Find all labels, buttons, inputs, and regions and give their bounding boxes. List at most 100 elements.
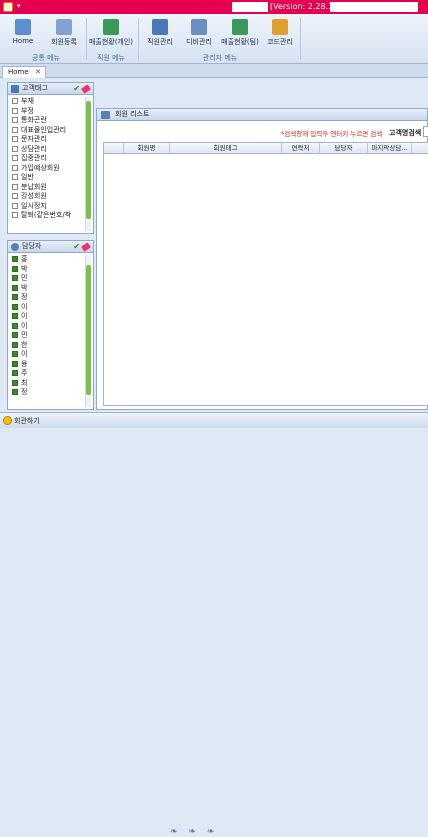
- status-text: 회관하기: [14, 417, 40, 425]
- ribbon-member-register-button[interactable]: 회원등록: [46, 16, 82, 56]
- checkbox-checked[interactable]: [12, 379, 18, 386]
- column-header-select[interactable]: [104, 143, 124, 154]
- checkbox-checked[interactable]: [12, 275, 18, 281]
- checkbox-checked[interactable]: [12, 322, 18, 329]
- tag-panel-header: 고객태그 ✔: [8, 83, 93, 95]
- staff-item[interactable]: 이: [10, 350, 83, 360]
- tag-item[interactable]: 탈퇴(같은번호/착: [10, 211, 83, 221]
- checkbox-checked[interactable]: [12, 284, 18, 291]
- checkbox[interactable]: [12, 155, 18, 161]
- checkbox-checked[interactable]: [12, 303, 18, 310]
- checkbox[interactable]: [12, 193, 18, 199]
- app-version: [Version: 2.28.1]: [270, 2, 337, 11]
- customer-search-input[interactable]: [423, 126, 428, 137]
- staff-item[interactable]: 이: [10, 312, 83, 322]
- search-label: 고객명검색: [389, 129, 422, 137]
- app-icon[interactable]: [3, 2, 13, 12]
- tag-item[interactable]: 대표물인입관리: [10, 126, 83, 136]
- tag-item[interactable]: 부정: [10, 107, 83, 117]
- checkbox[interactable]: [12, 126, 18, 133]
- checkbox[interactable]: [12, 145, 18, 152]
- checkbox-checked[interactable]: [12, 360, 18, 367]
- staff-item[interactable]: 정: [10, 388, 83, 398]
- warning-icon: [3, 416, 12, 425]
- clear-eraser-icon[interactable]: [81, 242, 91, 252]
- staff-item[interactable]: 박: [10, 265, 83, 275]
- ribbon-db-button[interactable]: 디비관리: [182, 16, 216, 56]
- staff-item[interactable]: 민: [10, 274, 83, 284]
- checkbox[interactable]: [12, 107, 18, 114]
- tag-item[interactable]: 가입예상회원: [10, 164, 83, 174]
- staff-item[interactable]: 이: [10, 303, 83, 313]
- checkbox-checked[interactable]: [12, 389, 18, 395]
- staff-item[interactable]: 주: [10, 369, 83, 379]
- checkbox[interactable]: [12, 183, 18, 190]
- clear-eraser-icon[interactable]: [81, 84, 91, 94]
- list-icon: [101, 111, 110, 119]
- checkbox[interactable]: [12, 98, 18, 104]
- column-header-tag[interactable]: 회원태그: [170, 143, 282, 154]
- tag-item[interactable]: 문자관리: [10, 135, 83, 145]
- staff-item[interactable]: 정: [10, 293, 83, 303]
- staff-item[interactable]: 최: [10, 379, 83, 389]
- tag-item[interactable]: 일시정지: [10, 202, 83, 212]
- title-redacted-2: [330, 2, 418, 12]
- checkbox-checked[interactable]: [12, 332, 18, 338]
- tag-item[interactable]: 상담관리: [10, 145, 83, 155]
- tag-item[interactable]: 일반: [10, 173, 83, 183]
- select-all-check-icon[interactable]: ✔: [73, 83, 80, 94]
- tag-item[interactable]: 부재: [10, 97, 83, 107]
- ribbon-home-button[interactable]: Home: [6, 16, 40, 56]
- column-header-last-consult[interactable]: 마지막상담...: [368, 143, 412, 154]
- checkbox[interactable]: [12, 164, 18, 171]
- member-list-header: 회원 리스트: [97, 109, 427, 121]
- quick-access-arrow-icon[interactable]: ▾: [17, 2, 21, 10]
- ribbon-sales-personal-button[interactable]: 매출현황(개인): [88, 16, 134, 56]
- staff-item[interactable]: 박: [10, 284, 83, 294]
- checkbox-checked[interactable]: [12, 351, 18, 357]
- scroll-thumb[interactable]: [86, 265, 91, 395]
- staff-scrollbar[interactable]: [85, 255, 91, 407]
- close-icon[interactable]: ✕: [35, 67, 41, 77]
- group-separator: [300, 18, 301, 60]
- tag-panel: 고객태그 ✔ 부재 부정 통화곤란 대표물인입관리 문자관리 상담관리 집중관리…: [7, 82, 94, 234]
- ribbon-code-button[interactable]: 코드관리: [264, 16, 296, 56]
- ribbon-sales-team-button[interactable]: 매출현황(팀): [220, 16, 260, 56]
- checkbox-checked[interactable]: [12, 370, 18, 376]
- checkbox[interactable]: [12, 202, 18, 209]
- staff-item[interactable]: 홍: [10, 255, 83, 265]
- column-header-manager[interactable]: 담당자: [320, 143, 368, 154]
- staff-item[interactable]: 한: [10, 341, 83, 351]
- tag-item[interactable]: 분납회원: [10, 183, 83, 193]
- ribbon-staff-button[interactable]: 직원관리: [144, 16, 176, 56]
- tag-item[interactable]: 집중관리: [10, 154, 83, 164]
- group-separator: [138, 18, 139, 60]
- tag-scrollbar[interactable]: [85, 97, 91, 231]
- group-separator: [86, 18, 87, 60]
- checkbox[interactable]: [12, 136, 18, 142]
- staff-panel-header: 담당자 ✔: [8, 241, 93, 253]
- scroll-thumb[interactable]: [86, 101, 91, 219]
- ribbon: Home 회원등록 공통 메뉴 매출현황(개인) 직원 메뉴 직원관리 디비관리…: [0, 14, 428, 64]
- group-label-staff: 직원 메뉴: [97, 54, 125, 62]
- checkbox-checked[interactable]: [12, 341, 18, 348]
- tag-item[interactable]: 통화곤란: [10, 116, 83, 126]
- checkbox-checked[interactable]: [12, 313, 18, 319]
- staff-item[interactable]: 이: [10, 322, 83, 332]
- staff-item[interactable]: 용: [10, 360, 83, 370]
- checkbox[interactable]: [12, 117, 18, 123]
- checkbox[interactable]: [12, 174, 18, 180]
- checkbox-checked[interactable]: [12, 256, 18, 262]
- search-hint: *검색창에 입력후 엔터키 누르면 검색: [281, 130, 383, 138]
- column-header-name[interactable]: 회원명: [124, 143, 170, 154]
- column-header-contact[interactable]: 연락처: [282, 143, 320, 154]
- checkbox-checked[interactable]: [12, 265, 18, 272]
- tag-item[interactable]: 강성회원: [10, 192, 83, 202]
- staff-item[interactable]: 민: [10, 331, 83, 341]
- db-icon: [191, 19, 207, 35]
- tab-home[interactable]: Home ✕: [2, 66, 46, 78]
- checkbox[interactable]: [12, 212, 18, 218]
- title-bar: ▾ [Version: 2.28.1]: [0, 0, 428, 14]
- select-all-check-icon[interactable]: ✔: [73, 241, 80, 252]
- checkbox-checked[interactable]: [12, 294, 18, 300]
